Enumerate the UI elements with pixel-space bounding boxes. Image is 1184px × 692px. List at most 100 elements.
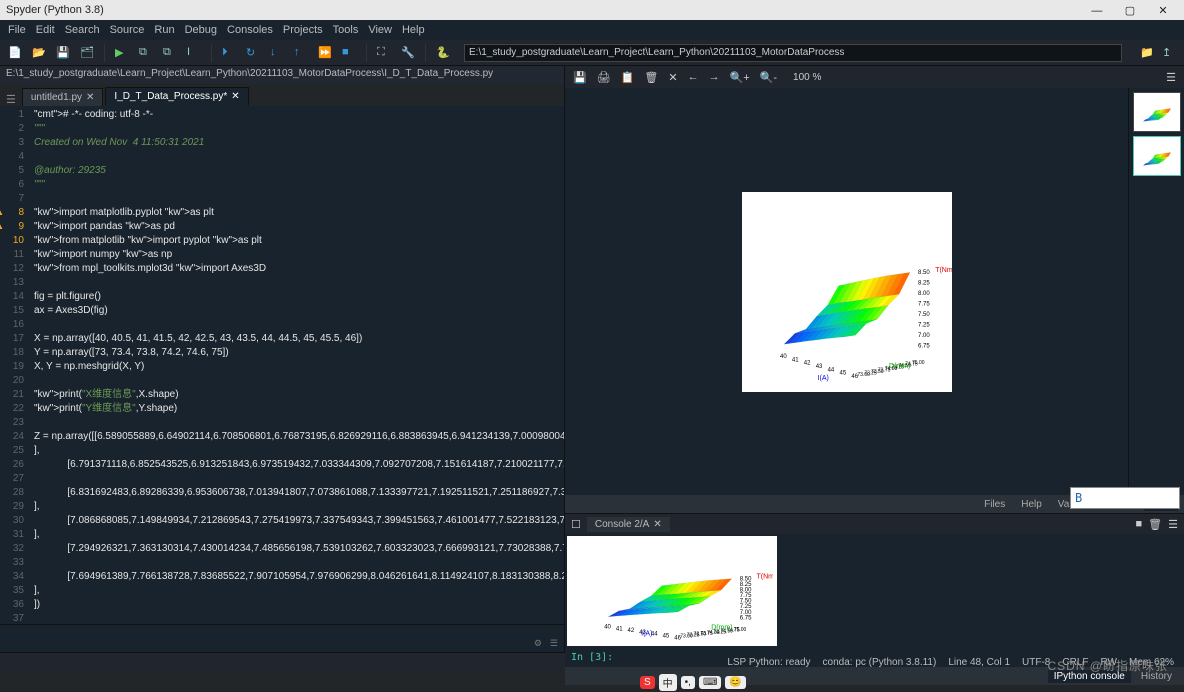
stop-icon[interactable]: ■ [342, 46, 356, 60]
max-pane-icon[interactable]: ⛶ [377, 46, 391, 60]
folder-icon[interactable]: 📁 [1140, 46, 1154, 60]
h-scrollbar[interactable] [0, 624, 564, 638]
options-icon[interactable]: ⚙ [534, 638, 542, 652]
console-inline-plot: 40414243444546I(A)73.0073.2573.5073.7574… [567, 536, 777, 646]
close-icon[interactable]: ✕ [231, 91, 239, 102]
ime-pill[interactable]: ⌨ [699, 676, 721, 689]
tab-untitled[interactable]: untitled1.py ✕ [22, 88, 104, 106]
menu-projects[interactable]: Projects [281, 24, 325, 36]
options-icon[interactable]: ☰ [1168, 518, 1178, 531]
plot-thumb-1[interactable] [1133, 92, 1181, 132]
plots-pane: 💾 🖨 📋 🗑 ✕ ← → 🔍+ 🔍- 100 % ☰ 404142434445… [565, 66, 1184, 514]
run-icon[interactable]: ▶ [115, 46, 129, 60]
tab-list-icon[interactable]: ☰ [6, 93, 16, 106]
svg-text:I(A): I(A) [817, 375, 828, 382]
tab-history[interactable]: History [1135, 670, 1178, 683]
ime-pill[interactable]: •, [681, 676, 695, 689]
svg-text:8.25: 8.25 [918, 280, 930, 286]
save-all-icon[interactable]: 🗂 [80, 46, 94, 60]
debug-icon[interactable]: ⏵ [222, 46, 236, 60]
floating-search-input[interactable] [1070, 487, 1180, 509]
menu-search[interactable]: Search [63, 24, 102, 36]
close-button[interactable]: ✕ [1148, 4, 1178, 17]
menu-view[interactable]: View [366, 24, 394, 36]
svg-text:41: 41 [791, 357, 798, 363]
svg-text:D(mm): D(mm) [889, 363, 910, 370]
lsp-status: LSP Python: ready [727, 657, 810, 668]
menu-debug[interactable]: Debug [183, 24, 219, 36]
code-area[interactable]: "cmt"># -*- coding: utf-8 -*-"""Created … [30, 106, 564, 624]
close-plot-icon[interactable]: ✕ [668, 71, 677, 84]
svg-text:42: 42 [628, 628, 635, 634]
menu-source[interactable]: Source [108, 24, 147, 36]
prev-plot-icon[interactable]: ← [688, 71, 699, 83]
tab-files[interactable]: Files [978, 498, 1011, 511]
open-folder-icon[interactable]: 📂 [32, 46, 46, 60]
console-output[interactable]: 40414243444546I(A)73.0073.2573.5073.7574… [565, 534, 1184, 667]
preferences-icon[interactable]: 🔧 [401, 46, 415, 60]
step-out-icon[interactable]: ↑ [294, 46, 308, 60]
run-cell-icon[interactable]: ⧉ [139, 46, 153, 60]
ime-pill[interactable]: S [640, 676, 655, 689]
run-selection-icon[interactable]: I [187, 46, 201, 60]
step-over-icon[interactable]: ↻ [246, 46, 260, 60]
console-tab-label: Console 2/A [595, 519, 649, 530]
save-plot-icon[interactable]: 💾 [573, 71, 587, 84]
minimize-button[interactable]: — [1082, 5, 1112, 17]
ime-pill[interactable]: 😊 [725, 676, 745, 689]
menu-tools[interactable]: Tools [331, 24, 361, 36]
svg-text:75.00: 75.00 [734, 627, 747, 633]
continue-icon[interactable]: ⏩ [318, 46, 332, 60]
svg-text:T(Nm): T(Nm) [757, 573, 773, 580]
memory: Mem 62% [1129, 657, 1174, 668]
close-icon[interactable]: ✕ [86, 92, 94, 103]
zoom-in-icon[interactable]: 🔍+ [730, 71, 750, 84]
ime-pill[interactable]: 中 [659, 674, 677, 691]
zoom-out-icon[interactable]: 🔍- [760, 71, 777, 84]
svg-text:6.75: 6.75 [918, 343, 930, 349]
code-editor[interactable]: 1234567▲8▲9▲1011121314151617181920212223… [0, 106, 564, 624]
interrupt-icon[interactable]: ■ [1136, 518, 1143, 530]
outline-icon[interactable]: ☰ [550, 638, 558, 652]
tab-ipython-console[interactable]: IPython console [1048, 670, 1131, 683]
svg-text:8.25: 8.25 [740, 582, 752, 588]
svg-text:41: 41 [616, 626, 623, 632]
menu-file[interactable]: File [6, 24, 28, 36]
plot-thumb-2[interactable] [1133, 136, 1181, 176]
menu-run[interactable]: Run [152, 24, 176, 36]
menu-help[interactable]: Help [400, 24, 427, 36]
tab-idt-data-process[interactable]: I_D_T_Data_Process.py* ✕ [105, 87, 248, 106]
close-icon[interactable]: ✕ [653, 519, 661, 530]
svg-text:40: 40 [604, 625, 611, 631]
tab-help[interactable]: Help [1015, 498, 1048, 511]
console-list-icon[interactable]: ☐ [571, 518, 581, 531]
parent-dir-icon[interactable]: ↥ [1162, 46, 1176, 60]
console-tab[interactable]: Console 2/A ✕ [587, 517, 670, 532]
maximize-button[interactable]: ▢ [1115, 4, 1145, 17]
copy-plot-icon[interactable]: 📋 [621, 71, 635, 84]
delete-plot-icon[interactable]: 🗑 [644, 71, 658, 84]
working-dir-input[interactable] [464, 44, 1122, 62]
menu-bar: File Edit Search Source Run Debug Consoles Proj… [0, 20, 1184, 40]
step-into-icon[interactable]: ↓ [270, 46, 284, 60]
svg-text:40: 40 [780, 354, 787, 360]
new-file-icon[interactable]: 📄 [8, 46, 22, 60]
plot-thumbnails [1128, 88, 1184, 495]
breadcrumb: E:\1_study_postgraduate\Learn_Project\Le… [0, 66, 564, 84]
svg-text:43: 43 [815, 364, 822, 370]
menu-edit[interactable]: Edit [34, 24, 57, 36]
svg-text:7.00: 7.00 [740, 610, 752, 616]
separator [104, 44, 105, 62]
python-path-icon[interactable]: 🐍 [436, 46, 450, 60]
plot-canvas: 40414243444546I(A)73.0073.2573.5073.7574… [565, 88, 1128, 495]
options-icon[interactable]: ☰ [1166, 71, 1176, 84]
save-icon[interactable]: 💾 [56, 46, 70, 60]
run-cell-advance-icon[interactable]: ⧉ [163, 46, 177, 60]
tab-label: I_D_T_Data_Process.py* [114, 91, 227, 102]
clear-icon[interactable]: 🗑 [1148, 518, 1162, 531]
app-title: Spyder (Python 3.8) [6, 4, 104, 16]
menu-consoles[interactable]: Consoles [225, 24, 275, 36]
save-all-plot-icon[interactable]: 🖨 [597, 71, 611, 84]
next-plot-icon[interactable]: → [709, 71, 720, 83]
plot-toolbar: 💾 🖨 📋 🗑 ✕ ← → 🔍+ 🔍- 100 % ☰ [565, 66, 1184, 88]
